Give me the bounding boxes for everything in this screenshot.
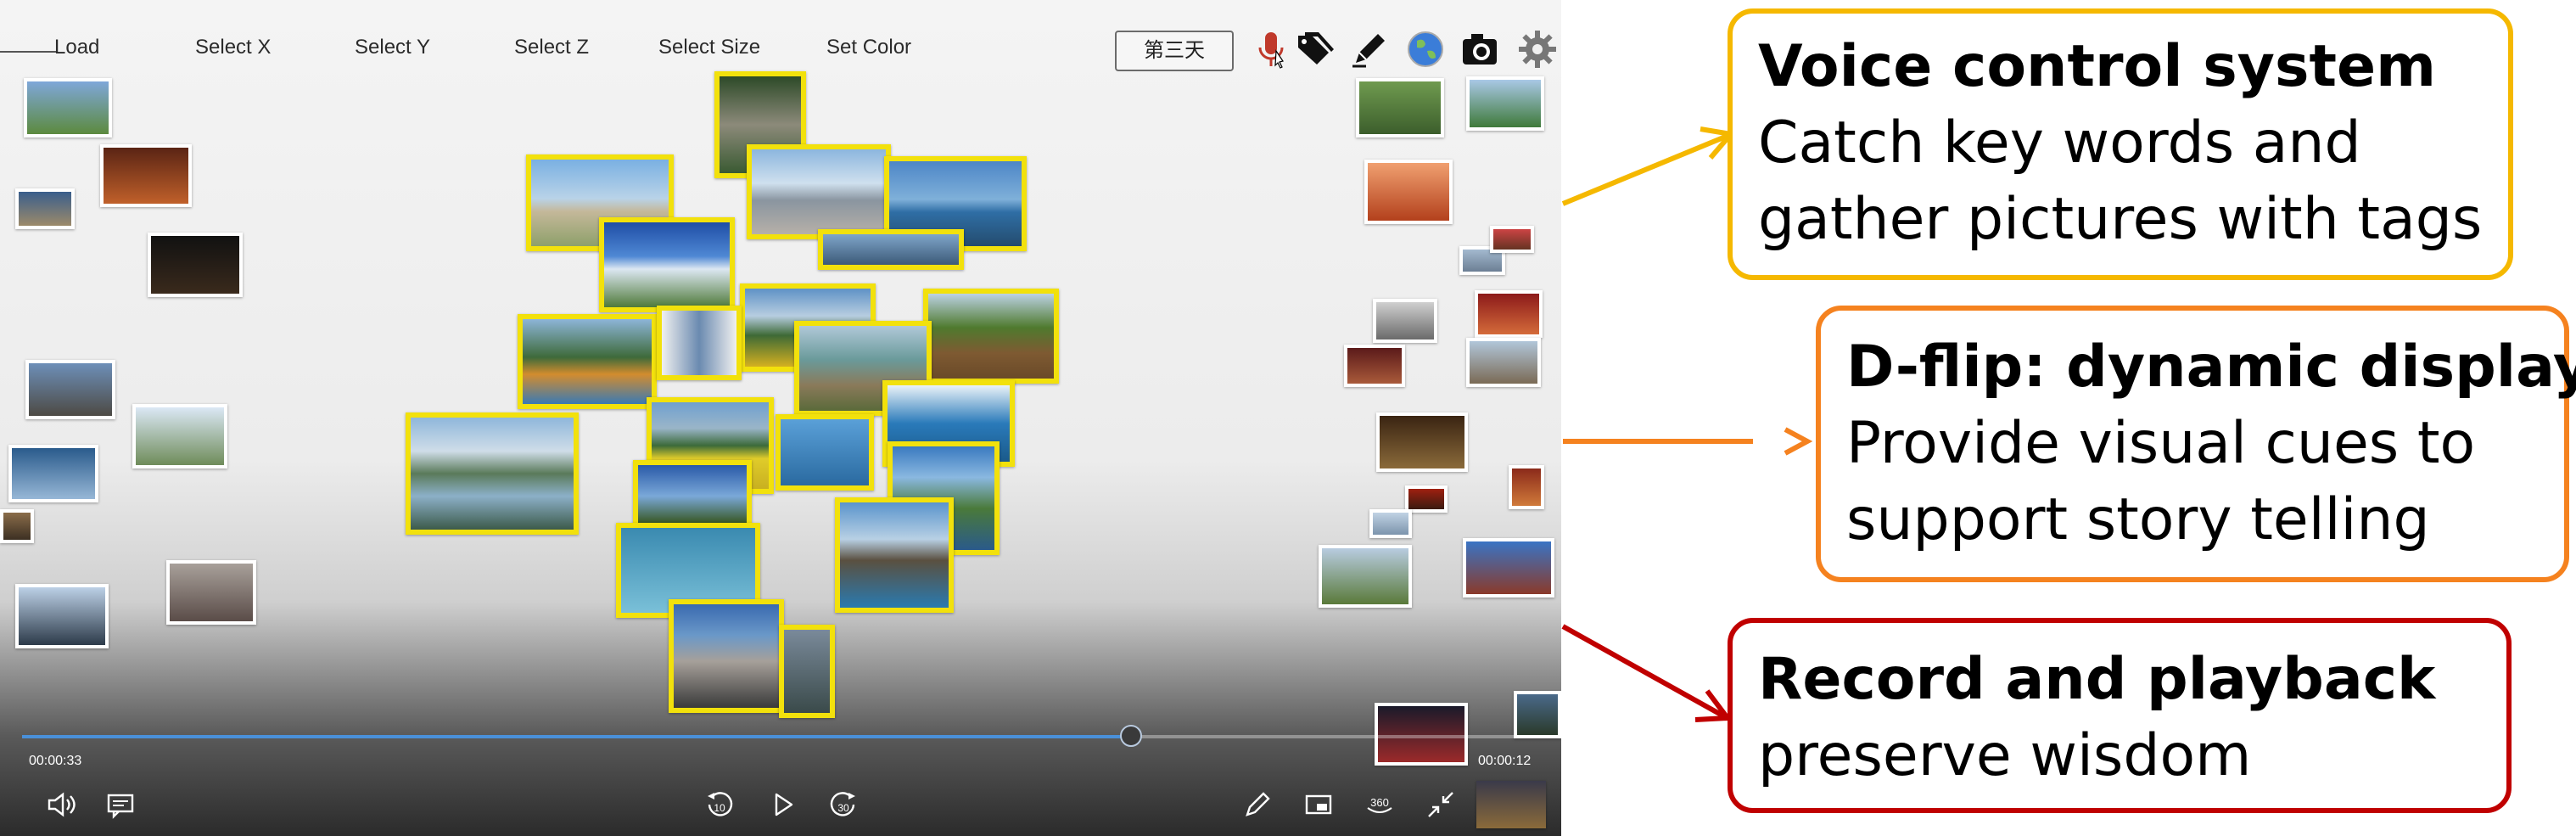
voice-arrow <box>1561 133 1729 206</box>
photo-thumbnail[interactable] <box>1466 338 1541 387</box>
selected-photo[interactable] <box>818 229 964 270</box>
photo-thumbnail[interactable] <box>1376 412 1468 472</box>
callout-line: Catch key words and <box>1758 109 2361 177</box>
pencil-icon[interactable] <box>1349 29 1390 70</box>
callout-title: D-flip: dynamic display <box>1846 334 2576 401</box>
photo-thumbnail[interactable] <box>1364 160 1453 224</box>
forward-label: 30 <box>837 802 849 814</box>
selected-photo[interactable] <box>599 217 735 312</box>
selected-photo[interactable] <box>923 289 1059 384</box>
callout-voice-control: Voice control system Catch key words and… <box>1728 8 2513 280</box>
seek-bar[interactable] <box>22 725 1541 747</box>
photo-thumbnail[interactable] <box>1466 76 1544 131</box>
vr-360-label: 360 <box>1370 796 1389 809</box>
camera-icon[interactable] <box>1459 29 1500 70</box>
photo-thumbnail[interactable] <box>1490 226 1534 253</box>
globe-icon[interactable] <box>1405 29 1446 70</box>
photo-thumbnail[interactable] <box>0 509 34 543</box>
callout-title: Record and playback <box>1758 646 2436 713</box>
selected-photo[interactable] <box>747 144 891 239</box>
menu-set-color[interactable]: Set Color <box>826 36 911 59</box>
callout-dflip: D-flip: dynamic display Provide visual c… <box>1816 306 2576 582</box>
menu-select-y[interactable]: Select Y <box>355 36 430 59</box>
selected-photo[interactable] <box>406 412 579 535</box>
photo-thumbnail[interactable] <box>24 78 112 137</box>
vr-360-icon[interactable]: 360 <box>1363 788 1397 822</box>
volume-icon[interactable] <box>44 788 78 822</box>
picture-in-picture-icon[interactable] <box>1302 788 1336 822</box>
photo-thumbnail[interactable] <box>1514 691 1561 738</box>
callout-title: Voice control system <box>1758 33 2436 100</box>
remaining-time: 00:00:12 <box>1478 754 1532 768</box>
selected-photo[interactable] <box>776 414 874 491</box>
forward-icon[interactable]: 30 <box>826 788 860 822</box>
gear-icon[interactable] <box>1517 29 1558 70</box>
photo-thumbnail[interactable] <box>1475 290 1543 338</box>
photo-viewer-window: Load Select X Select Y Select Z Select S… <box>0 0 1561 836</box>
photo-thumbnail[interactable] <box>1373 299 1437 343</box>
photo-thumbnail[interactable] <box>1369 509 1412 538</box>
photo-thumbnail[interactable] <box>148 233 243 297</box>
playback-arrow <box>1561 624 1726 719</box>
photo-thumbnail[interactable] <box>132 404 227 468</box>
rewind-label: 10 <box>714 802 725 814</box>
play-icon[interactable] <box>765 788 799 822</box>
selected-photo[interactable] <box>657 306 742 380</box>
photo-thumbnail[interactable] <box>1375 703 1468 766</box>
callout-record-playback: Record and playback preserve wisdom <box>1728 618 2512 813</box>
photo-thumbnail[interactable] <box>1344 345 1405 387</box>
callout-line: preserve wisdom <box>1758 722 2252 789</box>
photo-thumbnail[interactable] <box>1476 781 1546 828</box>
rewind-icon[interactable]: 10 <box>703 788 736 822</box>
selected-photo[interactable] <box>669 599 784 713</box>
day-button[interactable]: 第三天 <box>1115 31 1234 71</box>
exit-fullscreen-icon[interactable] <box>1424 788 1458 822</box>
tag-icon[interactable] <box>1295 29 1336 70</box>
subtitles-icon[interactable] <box>104 788 137 822</box>
photo-thumbnail[interactable] <box>1356 78 1444 137</box>
selected-photo[interactable] <box>518 314 657 409</box>
elapsed-time: 00:00:33 <box>29 754 82 768</box>
photo-thumbnail[interactable] <box>166 560 256 625</box>
photo-thumbnail[interactable] <box>15 584 109 648</box>
photo-thumbnail[interactable] <box>1509 465 1544 509</box>
callout-line: support story telling <box>1846 486 2430 553</box>
photo-thumbnail[interactable] <box>25 360 115 419</box>
callout-line: gather pictures with tags <box>1758 186 2483 253</box>
photo-thumbnail[interactable] <box>1319 545 1412 608</box>
photo-thumbnail[interactable] <box>8 445 98 502</box>
menu-select-x[interactable]: Select X <box>195 36 271 59</box>
selected-photo[interactable] <box>835 497 954 613</box>
photo-thumbnail[interactable] <box>100 144 192 207</box>
photo-thumbnail[interactable] <box>1463 538 1554 598</box>
seek-bar-fill <box>22 735 1131 738</box>
menu-select-z[interactable]: Select Z <box>514 36 589 59</box>
menu-load[interactable]: Load <box>54 36 99 59</box>
photo-thumbnail[interactable] <box>15 188 75 229</box>
selected-photo[interactable] <box>779 625 835 718</box>
annotation-arrows <box>1561 126 1753 722</box>
menu-select-size[interactable]: Select Size <box>658 36 760 59</box>
callout-line: Provide visual cues to <box>1846 410 2476 477</box>
draw-pen-icon[interactable] <box>1240 788 1274 822</box>
menu-divider <box>0 51 58 53</box>
seek-handle[interactable] <box>1119 725 1142 747</box>
microphone-icon[interactable] <box>1251 29 1291 70</box>
